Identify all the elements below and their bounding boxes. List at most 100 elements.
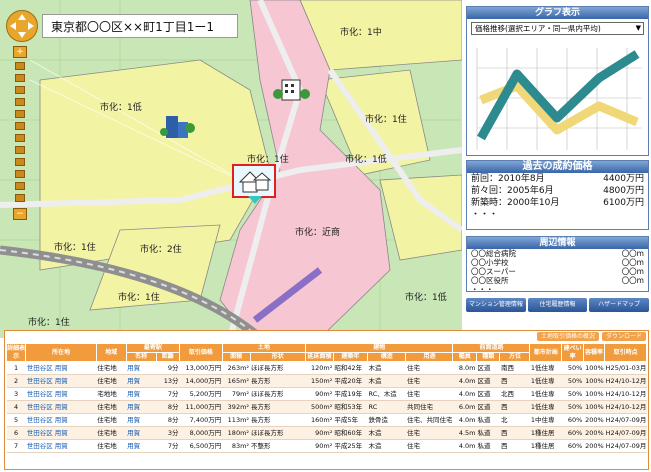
zone-label-1ju-d: 市化：1住 [118,293,160,303]
cell-loc[interactable]: 世田谷区 用賀 [25,413,97,427]
zoom-level-segment[interactable] [15,110,25,118]
table-row[interactable]: 5 世田谷区 用賀 住宅地 用賀 8分 7,400万円 113m² 長方形 160m² 平成5年鉄… [6,413,647,427]
cell-dist: 3分 [156,426,180,440]
nearby-info-row[interactable]: 〇〇区役所 〇〇m [467,276,648,285]
col-price[interactable]: 取引価格 [179,343,223,362]
table-row[interactable]: 1 世田谷区 用賀 住宅地 用賀 9分 13,000万円 263m² ほぼ長方形 120m² 昭和… [6,361,647,375]
zoning-map[interactable]: 市化：1中 市化：1低 市化：1住 市化：1住 市化：1低 市化：1住 市化：2… [0,0,462,338]
col-land-shape[interactable]: 形状 [249,352,307,362]
price-overview-button[interactable]: 土地取引価格の概況 [536,332,599,341]
past-price-label: 前々回：2005年6月 [471,186,554,196]
col-land-area[interactable]: 面積 [221,352,251,362]
zoom-level-segment[interactable] [15,146,25,154]
zone-label-1ju-a: 市化：1住 [365,115,407,125]
table-row[interactable]: 3 世田谷区 用賀 宅地地 用賀 7分 5,200万円 79m² ほぼ長方形 90m² 平成19年… [6,387,647,401]
cell-no[interactable]: 4 [6,400,26,414]
mansion-info-button[interactable]: マンション管理情報 [466,298,526,312]
col-build-year[interactable]: 建築年 [332,352,369,362]
cell-loc[interactable]: 世田谷区 用賀 [25,426,97,440]
col-area-type[interactable]: 地域 [95,343,127,362]
zoom-level-segment[interactable] [15,158,25,166]
cell-shape: 長方形 [250,400,306,414]
cell-struct: RC [367,400,406,414]
pan-control[interactable] [6,10,38,42]
apartment-building-icon[interactable] [272,76,312,104]
col-road-direction[interactable]: 方位 [499,352,531,362]
col-station-name[interactable]: 名称 [125,352,157,362]
table-row[interactable]: 2 世田谷区 用賀 住宅地 用賀 13分 14,000万円 165m² 長方形 150m² 平成2… [6,374,647,388]
zoom-in-button[interactable]: + [13,46,27,58]
zoom-level-segment[interactable] [15,134,25,142]
cell-dist: 13分 [156,374,180,388]
zone-label-2ju: 市化：2住 [140,245,182,255]
nearby-info-row[interactable]: 〇〇小学校 〇〇m [467,258,648,267]
cell-land-area: 165m² [222,374,251,388]
col-far[interactable]: 容積率 [582,343,606,362]
cell-date: H24/07-09月 [604,439,647,453]
col-detail: 詳細表示 [5,343,27,362]
cell-no[interactable]: 2 [6,374,26,388]
cell-plan: 1中住専 [529,413,562,427]
graph-type-select-value: 価格推移(選択エリア・同一県内平均) [475,24,601,33]
hazard-map-button[interactable]: ハザードマップ [589,298,650,312]
col-road-width[interactable]: 幅員 [452,352,477,362]
cell-date: H25/01-03月 [604,361,647,375]
col-location[interactable]: 所在地 [25,343,97,362]
zoom-level-segment[interactable] [15,122,25,130]
cell-no[interactable]: 3 [6,387,26,401]
chevron-down-icon[interactable]: ▼ [636,23,641,34]
zoom-level-segment[interactable] [15,62,25,70]
col-city-plan[interactable]: 都市計画 [529,343,563,362]
zoom-level-segment[interactable] [15,74,25,82]
housing-history-button[interactable]: 住宅履歴情報 [527,298,588,312]
nearby-info-row[interactable]: 〇〇総合病院 〇〇m [467,249,648,258]
zoom-level-segment[interactable] [15,170,25,178]
col-road-type[interactable]: 種類 [475,352,501,362]
nearby-info-more: ・・・ [467,285,648,294]
col-station-distance[interactable]: 距離 [155,352,181,362]
cell-loc[interactable]: 世田谷区 用賀 [25,387,97,401]
cell-loc[interactable]: 世田谷区 用賀 [25,400,97,414]
cell-no[interactable]: 1 [6,361,26,375]
cell-no[interactable]: 7 [6,439,26,453]
download-button[interactable]: ダウンロード [601,332,646,341]
nearby-info-distance: 〇〇m [621,258,644,267]
cell-price: 11,000万円 [179,400,223,414]
nearby-info-row[interactable]: 〇〇スーパー 〇〇m [467,267,648,276]
cell-ken: 50% [561,387,584,401]
cell-no[interactable]: 5 [6,413,26,427]
cell-no[interactable]: 6 [6,426,26,440]
cell-land-area: 79m² [222,387,251,401]
table-row[interactable]: 6 世田谷区 用賀 住宅地 用賀 3分 8,000万円 180m² ほぼ長方形 90m² 昭和60… [6,426,647,440]
table-row[interactable]: 4 世田谷区 用賀 住宅地 用賀 8分 11,000万円 392m² 長方形 500m² 昭和53… [6,400,647,414]
cell-yoseki: 100% [583,400,605,414]
map-canvas[interactable] [0,0,462,338]
zoom-out-button[interactable]: − [13,208,27,220]
graph-type-select[interactable]: 価格推移(選択エリア・同一県内平均) ▼ [471,22,644,35]
zoom-level-segment[interactable] [15,194,25,202]
col-floor-area[interactable]: 延床面積 [305,352,334,362]
cell-dir: 西 [499,374,530,388]
zoom-level-segment[interactable] [15,86,25,94]
office-building-icon[interactable] [160,112,196,140]
selected-property-marker[interactable] [232,164,276,198]
cell-station: 用賀 [126,413,157,427]
col-structure[interactable]: 構造 [367,352,407,362]
nearby-info-panel: 周辺情報 〇〇総合病院 〇〇m 〇〇小学校 〇〇m 〇〇スーパー 〇〇m 〇〇区役所〇… [466,236,649,294]
cell-area: 住宅地 [96,361,127,375]
col-date[interactable]: 取引時点 [604,343,647,362]
col-coverage[interactable]: 建ぺい率 [561,343,584,362]
cell-area: 住宅地 [96,439,127,453]
col-use[interactable]: 用途 [405,352,454,362]
cell-loc[interactable]: 世田谷区 用賀 [25,374,97,388]
cell-ken: 60% [561,413,584,427]
table-row[interactable]: 7 世田谷区 用賀 住宅地 用賀 7分 6,500万円 83m² 不整形 90m² 平成25年 木造… [6,439,647,453]
cell-loc[interactable]: 世田谷区 用賀 [25,439,97,453]
zoom-level-segment[interactable] [15,182,25,190]
cell-use: 住宅 [405,387,453,401]
address-box: 東京都〇〇区××町1丁目1ー1 [42,14,238,38]
cell-loc[interactable]: 世田谷区 用賀 [25,361,97,375]
cell-area: 住宅地 [96,400,127,414]
cell-use: 住宅 [405,439,453,453]
zoom-level-segment[interactable] [15,98,25,106]
